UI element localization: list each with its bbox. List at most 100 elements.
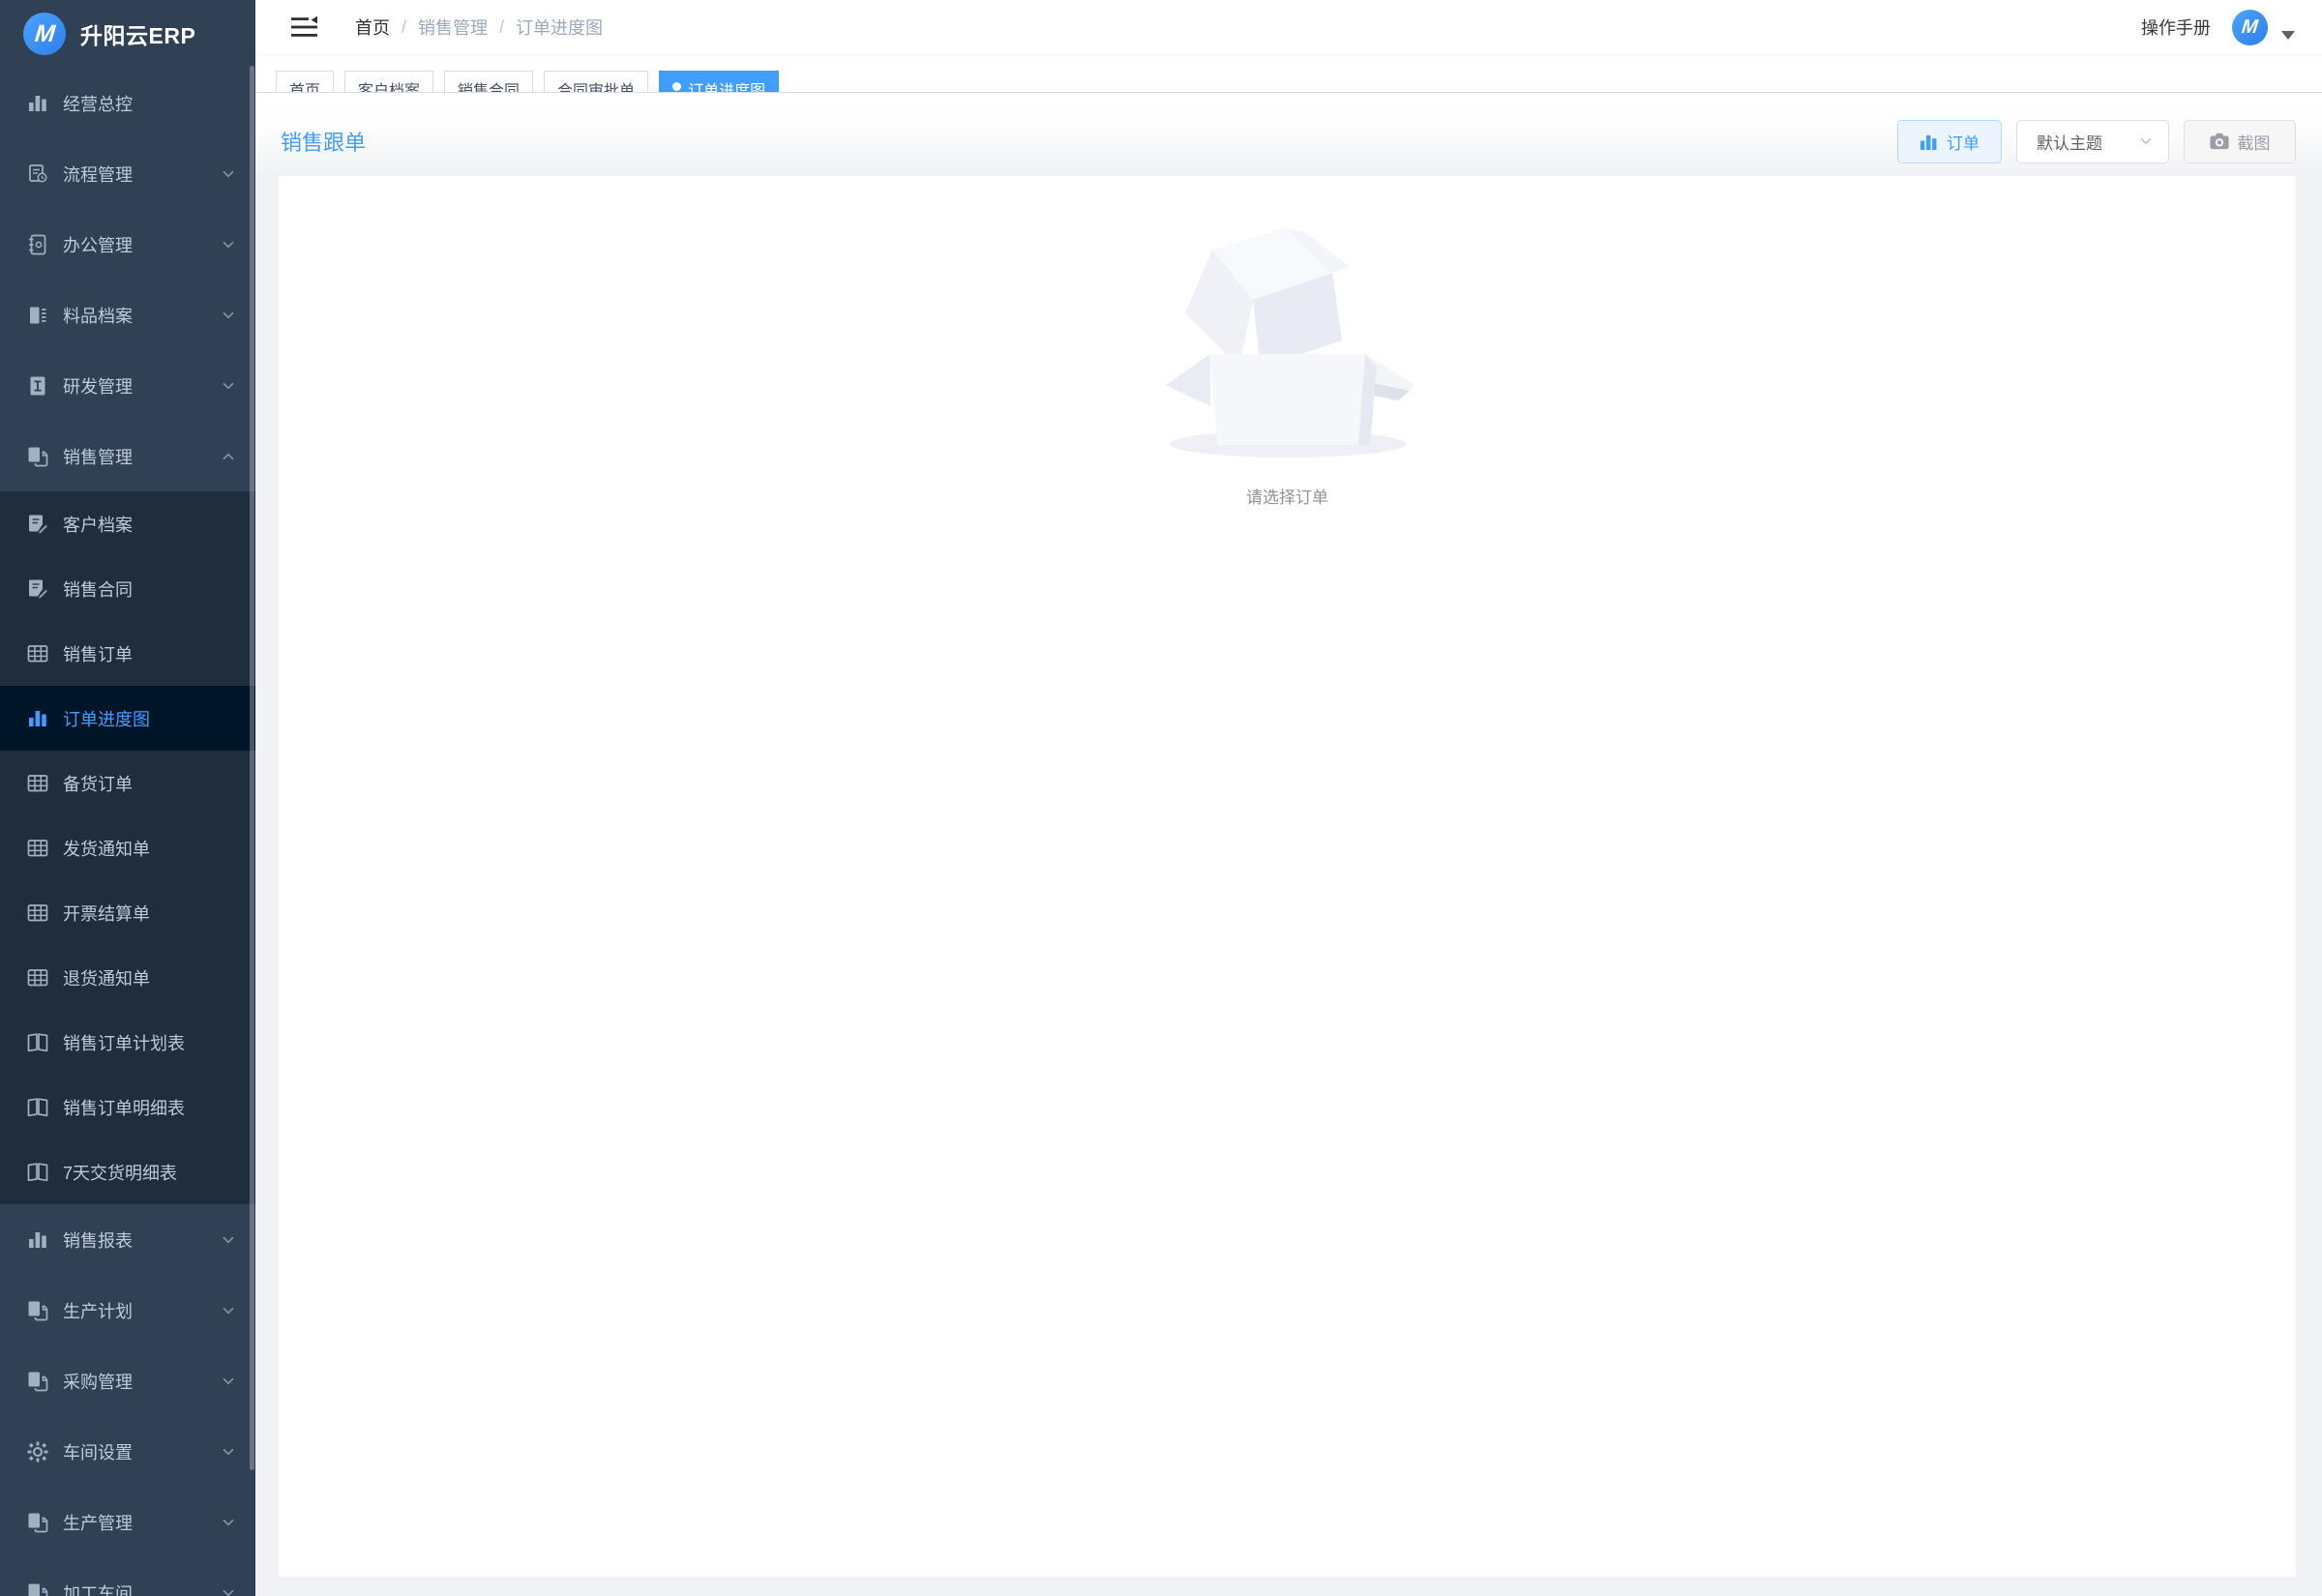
theme-select-value: 默认主题 <box>2037 130 2102 154</box>
table-icon <box>26 966 49 990</box>
tags-strip: 首页 客户档案 销售合同 合同审批单 订单进度图 <box>276 71 779 93</box>
content: 请选择订单 <box>255 176 2322 1596</box>
sidebar-menu: 经营总控流程管理办公管理料品档案研发管理销售管理客户档案销售合同销售订单订单进度… <box>0 68 255 1596</box>
hamburger-icon <box>291 15 318 39</box>
tab[interactable]: 首页 <box>276 71 334 93</box>
app-title: 升阳云ERP <box>80 17 195 50</box>
tab-label: 销售合同 <box>458 77 520 93</box>
table-icon <box>26 837 49 860</box>
logo-icon: M <box>23 13 66 55</box>
tab-label: 首页 <box>289 77 320 93</box>
breadcrumb-item-current: 订单进度图 <box>516 15 603 40</box>
chevron-down-icon <box>219 1301 238 1320</box>
empty-box-illustration <box>1152 221 1423 462</box>
sidebar-item[interactable]: 销售报表 <box>0 1204 255 1275</box>
theme-select[interactable]: 默认主题 <box>2016 120 2169 163</box>
tracking-card: 请选择订单 <box>279 176 2296 1577</box>
copy-icon <box>26 1511 49 1534</box>
caret-down-icon[interactable] <box>2281 31 2295 40</box>
sidebar-item-label: 加工车间 <box>63 1581 219 1596</box>
sidebar-scrollbar[interactable] <box>250 66 254 1470</box>
screenshot-button[interactable]: 截图 <box>2184 120 2296 163</box>
sidebar-item-label: 销售合同 <box>63 576 238 602</box>
bar-chart-icon <box>26 707 49 730</box>
sidebar-item[interactable]: 销售订单明细表 <box>0 1075 255 1139</box>
doc-edit-icon <box>26 577 49 601</box>
sidebar-item[interactable]: 生产计划 <box>0 1275 255 1345</box>
tab[interactable]: 客户档案 <box>344 71 433 93</box>
open-book-icon <box>26 1096 49 1119</box>
chevron-down-icon <box>219 376 238 396</box>
sidebar-item-label: 开票结算单 <box>63 901 238 926</box>
gear-icon <box>26 1440 49 1463</box>
page-head: 销售跟单 订单 默认主题 <box>255 93 2322 176</box>
sidebar-item[interactable]: 销售订单 <box>0 621 255 686</box>
sidebar-item[interactable]: 经营总控 <box>0 68 255 138</box>
table-icon <box>26 901 49 925</box>
doc-i-icon <box>26 374 49 398</box>
sidebar-item[interactable]: 加工车间 <box>0 1557 255 1596</box>
sidebar-item[interactable]: 流程管理 <box>0 138 255 209</box>
order-chart-icon <box>1920 133 1938 151</box>
sidebar-item-label: 订单进度图 <box>63 706 238 731</box>
sidebar-item[interactable]: 开票结算单 <box>0 880 255 945</box>
sidebar-item[interactable]: 订单进度图 <box>0 686 255 751</box>
sidebar-item-label: 销售管理 <box>63 444 219 469</box>
sidebar-item[interactable]: 销售管理 <box>0 421 255 491</box>
sidebar-item-label: 研发管理 <box>63 373 219 399</box>
breadcrumb-item-home[interactable]: 首页 <box>355 15 390 40</box>
sidebar-item[interactable]: 退货通知单 <box>0 945 255 1010</box>
tab[interactable]: 销售合同 <box>444 71 533 93</box>
avatar[interactable]: M <box>2232 10 2268 45</box>
camera-icon <box>2210 133 2229 150</box>
copy-icon <box>26 445 49 468</box>
sidebar-item[interactable]: 料品档案 <box>0 280 255 350</box>
main-area: 首页 / 销售管理 / 订单进度图 操作手册 M 首页客户档案销售合同合同审批单… <box>255 0 2322 1596</box>
logo[interactable]: M 升阳云ERP <box>0 0 255 68</box>
chevron-down-icon <box>219 1513 238 1532</box>
empty-state: 请选择订单 <box>279 221 2296 508</box>
order-button[interactable]: 订单 <box>1897 120 2002 163</box>
breadcrumb-separator: / <box>402 17 406 38</box>
copy-icon <box>26 1581 49 1596</box>
sidebar-item-label: 备货订单 <box>63 771 238 796</box>
tab-label: 客户档案 <box>358 77 420 93</box>
tags-view: 首页 客户档案 销售合同 合同审批单 订单进度图 <box>255 55 2322 93</box>
sidebar: M 升阳云ERP 经营总控流程管理办公管理料品档案研发管理销售管理客户档案销售合… <box>0 0 255 1596</box>
sidebar-item[interactable]: 研发管理 <box>0 350 255 421</box>
sidebar-item[interactable]: 销售合同 <box>0 556 255 621</box>
chevron-down-icon <box>219 164 238 184</box>
breadcrumb: 首页 / 销售管理 / 订单进度图 <box>355 15 603 40</box>
sidebar-toggle-button[interactable] <box>291 14 322 41</box>
sidebar-item[interactable]: 销售订单计划表 <box>0 1010 255 1075</box>
sidebar-item[interactable]: 客户档案 <box>0 491 255 556</box>
tab-label: 订单进度图 <box>688 77 765 93</box>
active-tab-dot <box>672 82 681 91</box>
sidebar-item-label: 采购管理 <box>63 1369 219 1394</box>
chevron-down-icon <box>219 235 238 254</box>
sidebar-item[interactable]: 备货订单 <box>0 751 255 815</box>
sidebar-item[interactable]: 生产管理 <box>0 1487 255 1557</box>
sidebar-item-label: 经营总控 <box>63 91 238 116</box>
sidebar-item[interactable]: 办公管理 <box>0 209 255 280</box>
bar-chart-icon <box>26 92 49 115</box>
sidebar-item-label: 退货通知单 <box>63 965 238 990</box>
sidebar-item[interactable]: 发货通知单 <box>0 815 255 880</box>
copy-icon <box>26 1299 49 1322</box>
sidebar-item-label: 销售订单计划表 <box>63 1030 238 1055</box>
sidebar-item[interactable]: 车间设置 <box>0 1416 255 1487</box>
chevron-up-icon <box>219 447 238 466</box>
notebook-icon <box>26 233 49 256</box>
open-book-icon <box>26 1031 49 1054</box>
tab[interactable]: 合同审批单 <box>544 71 648 93</box>
sidebar-item-label: 销售订单明细表 <box>63 1095 238 1120</box>
tab-active[interactable]: 订单进度图 <box>659 71 779 93</box>
app: { "app": { "name": "升阳云ERP" }, "header":… <box>0 0 2322 1596</box>
sidebar-item-label: 生产管理 <box>63 1510 219 1535</box>
table-icon <box>26 772 49 795</box>
sidebar-item[interactable]: 采购管理 <box>0 1345 255 1416</box>
navbar: 首页 / 销售管理 / 订单进度图 操作手册 M <box>255 0 2322 55</box>
help-manual-link[interactable]: 操作手册 <box>2141 15 2211 40</box>
sidebar-item[interactable]: 7天交货明细表 <box>0 1139 255 1204</box>
sidebar-item-label: 销售报表 <box>63 1227 219 1253</box>
